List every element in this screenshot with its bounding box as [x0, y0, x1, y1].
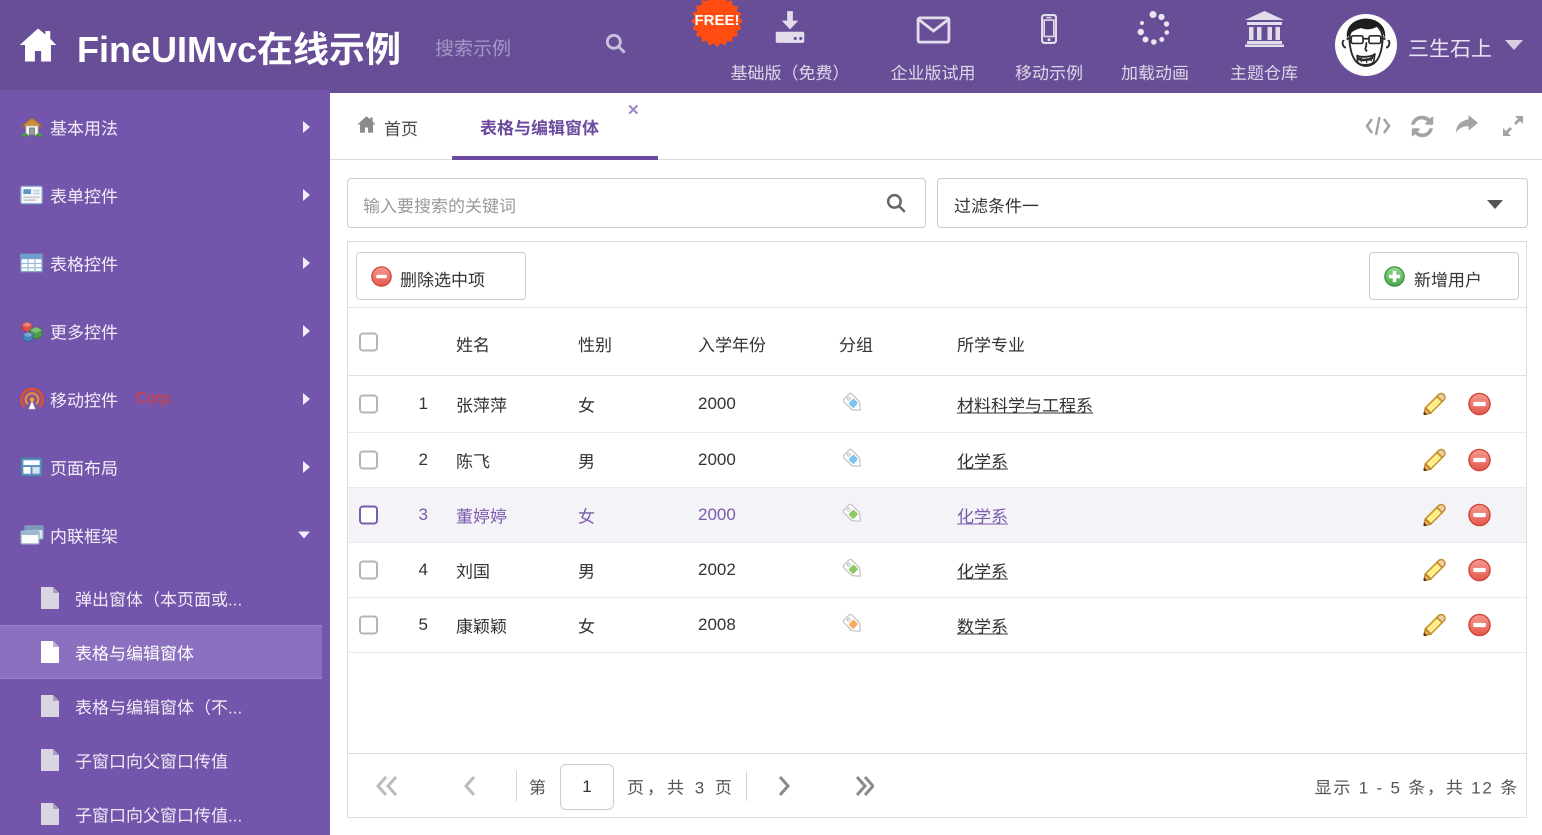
svg-text:FREE!: FREE! — [695, 12, 740, 29]
